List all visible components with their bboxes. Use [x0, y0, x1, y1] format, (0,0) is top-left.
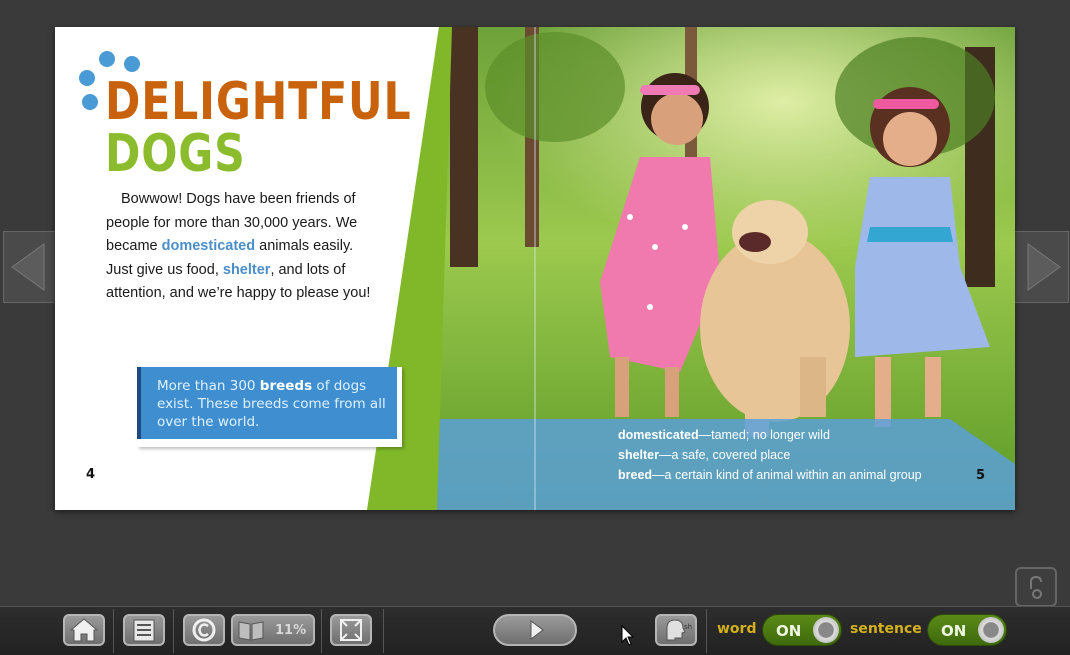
glossary-def: —a certain kind of animal within an anim… [652, 468, 922, 482]
play-button[interactable] [493, 614, 577, 646]
toolbar-separator [173, 609, 174, 653]
page-number-right: 5 [976, 468, 986, 483]
callout-text: More than 300 breeds of dogs exist. Thes… [157, 377, 392, 431]
toggle-knob-icon [978, 617, 1004, 643]
title-line-2: DOGS [105, 124, 246, 184]
body-text-span: became [106, 238, 162, 254]
prev-page-button[interactable] [3, 231, 59, 303]
body-paragraph[interactable]: Bowwow! Dogs have been friends of people… [106, 188, 386, 306]
callout-box: More than 300 breeds of dogs exist. Thes… [137, 367, 397, 439]
table-of-contents-button[interactable] [123, 614, 165, 646]
sentence-toggle-state: ON [941, 622, 967, 640]
toolbar-separator [321, 609, 322, 653]
svg-text:sh: sh [684, 623, 692, 631]
body-line-2[interactable]: people for more than 30,000 years. We [106, 212, 386, 236]
play-icon [530, 620, 544, 640]
body-text-span: Just give us food, [106, 261, 223, 278]
body-line-3[interactable]: became domesticated animals easily. [106, 235, 386, 259]
word-highlight-toggle[interactable]: ON [762, 614, 842, 646]
progress-percent: 11% [275, 623, 307, 638]
arrow-right-icon [1027, 243, 1061, 291]
glossary-term: domesticated [618, 428, 699, 442]
read-aloud-button[interactable]: sh [655, 614, 697, 646]
book-progress-icon [238, 621, 264, 641]
body-line-4[interactable]: Just give us food, shelter, and lots of [106, 259, 386, 283]
title-line-1: DELIGHTFUL [105, 72, 412, 132]
callout-span: More than 300 [157, 378, 260, 394]
body-text-span: , and lots of [270, 261, 346, 278]
glossary-entry: shelter—a safe, covered place [618, 445, 958, 465]
body-line-1[interactable]: Bowwow! Dogs have been friends of [106, 188, 386, 212]
glossary-def: —a safe, covered place [659, 448, 791, 462]
home-button[interactable] [63, 614, 105, 646]
fact-callout[interactable]: More than 300 breeds of dogs exist. Thes… [137, 367, 402, 447]
toolbar-separator [383, 609, 384, 653]
glossary-entry: domesticated—tamed; no longer wild [618, 425, 958, 445]
sentence-highlight-toggle[interactable]: ON [927, 614, 1007, 646]
toggle-knob-icon [813, 617, 839, 643]
word-toggle-label: word [717, 621, 757, 637]
lock-icon [1030, 575, 1042, 599]
glossary: domesticated—tamed; no longer wild shelt… [618, 425, 958, 485]
fullscreen-icon [340, 619, 362, 641]
body-text-span: animals easily. [255, 238, 354, 254]
glossary-term: shelter [618, 448, 659, 462]
next-page-button[interactable] [1013, 231, 1069, 303]
arrow-left-icon [11, 243, 45, 291]
copyright-button[interactable] [183, 614, 225, 646]
page-number-left: 4 [86, 467, 96, 482]
mouse-cursor-icon [621, 625, 635, 646]
speaking-head-icon: sh [666, 619, 692, 641]
sentence-toggle-label: sentence [850, 621, 922, 637]
body-line-5[interactable]: attention, and we’re happy to please you… [106, 282, 386, 306]
fullscreen-button[interactable] [330, 614, 372, 646]
lock-button[interactable] [1015, 567, 1057, 607]
keyword-shelter[interactable]: shelter [223, 262, 271, 278]
toolbar-separator [113, 609, 114, 653]
word-toggle-state: ON [776, 622, 802, 640]
book-spread: DELIGHTFUL DOGS Bowwow! Dogs have been f… [55, 27, 1015, 510]
home-icon [69, 618, 99, 642]
toolbar-separator [706, 609, 707, 653]
glossary-term: breed [618, 468, 653, 482]
keyword-breeds[interactable]: breeds [260, 378, 312, 394]
glossary-entry: breed—a certain kind of animal within an… [618, 465, 958, 485]
table-of-contents-icon [133, 619, 155, 642]
keyword-domesticated[interactable]: domesticated [162, 238, 255, 254]
copyright-icon [192, 618, 216, 642]
glossary-def: —tamed; no longer wild [698, 428, 830, 442]
